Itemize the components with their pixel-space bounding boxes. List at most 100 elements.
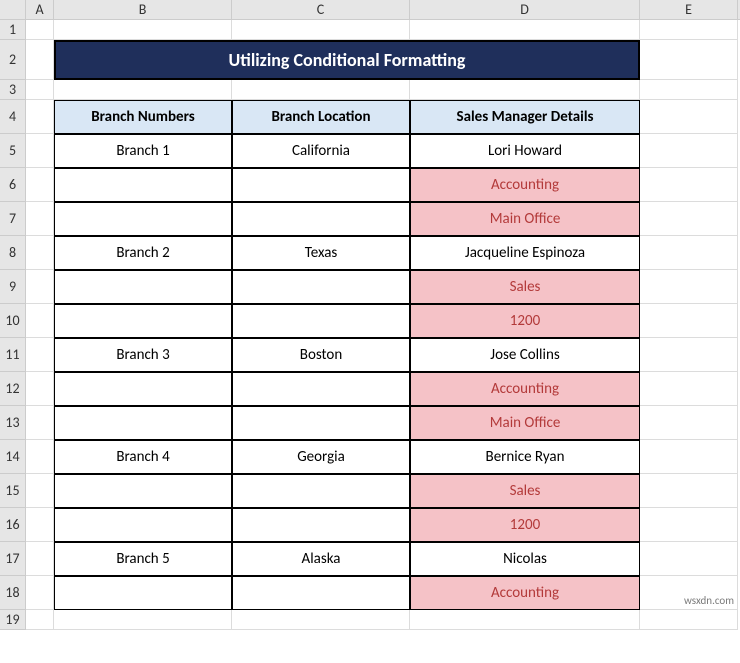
cell-D8[interactable]: Jacqueline Espinoza — [410, 236, 640, 270]
cell-E16[interactable] — [640, 508, 738, 542]
cell-A13[interactable] — [26, 406, 54, 440]
cell-C3[interactable] — [232, 80, 410, 100]
cell-D10[interactable]: 1200 — [410, 304, 640, 338]
cell-D5[interactable]: Lori Howard — [410, 134, 640, 168]
row-header-2[interactable]: 2 — [0, 40, 25, 80]
cell-A10[interactable] — [26, 304, 54, 338]
cell-D7[interactable]: Main Office — [410, 202, 640, 236]
cell-D13[interactable]: Main Office — [410, 406, 640, 440]
cell-B4[interactable]: Branch Numbers — [54, 100, 232, 134]
cell-E15[interactable] — [640, 474, 738, 508]
cell-D1[interactable] — [410, 20, 640, 40]
cell-A17[interactable] — [26, 542, 54, 576]
cell-B6[interactable] — [54, 168, 232, 202]
cell-C15[interactable] — [232, 474, 410, 508]
cell-D14[interactable]: Bernice Ryan — [410, 440, 640, 474]
cell-A7[interactable] — [26, 202, 54, 236]
cell-B9[interactable] — [54, 270, 232, 304]
cell-A6[interactable] — [26, 168, 54, 202]
cell-A1[interactable] — [26, 20, 54, 40]
cell-A3[interactable] — [26, 80, 54, 100]
cell-A16[interactable] — [26, 508, 54, 542]
cell-C5[interactable]: California — [232, 134, 410, 168]
cell-C19[interactable] — [232, 610, 410, 630]
cell-A19[interactable] — [26, 610, 54, 630]
cell-C10[interactable] — [232, 304, 410, 338]
cell-A9[interactable] — [26, 270, 54, 304]
cell-A2[interactable] — [26, 40, 54, 80]
row-header-8[interactable]: 8 — [0, 236, 25, 270]
cell-A8[interactable] — [26, 236, 54, 270]
cell-E13[interactable] — [640, 406, 738, 440]
cell-A15[interactable] — [26, 474, 54, 508]
cell-B1[interactable] — [54, 20, 232, 40]
cell-A14[interactable] — [26, 440, 54, 474]
cell-C18[interactable] — [232, 576, 410, 610]
cell-D6[interactable]: Accounting — [410, 168, 640, 202]
cell-E19[interactable] — [640, 610, 738, 630]
cell-C16[interactable] — [232, 508, 410, 542]
cell-C4[interactable]: Branch Location — [232, 100, 410, 134]
cell-E10[interactable] — [640, 304, 738, 338]
cell-E5[interactable] — [640, 134, 738, 168]
row-header-17[interactable]: 17 — [0, 542, 25, 576]
col-header-C[interactable]: C — [232, 0, 410, 19]
cell-E14[interactable] — [640, 440, 738, 474]
row-header-11[interactable]: 11 — [0, 338, 25, 372]
cell-B3[interactable] — [54, 80, 232, 100]
cell-B10[interactable] — [54, 304, 232, 338]
cell-E17[interactable] — [640, 542, 738, 576]
cell-A12[interactable] — [26, 372, 54, 406]
cell-B11[interactable]: Branch 3 — [54, 338, 232, 372]
cell-C13[interactable] — [232, 406, 410, 440]
cell-D12[interactable]: Accounting — [410, 372, 640, 406]
cell-B7[interactable] — [54, 202, 232, 236]
cell-C11[interactable]: Boston — [232, 338, 410, 372]
cell-B14[interactable]: Branch 4 — [54, 440, 232, 474]
cell-D4[interactable]: Sales Manager Details — [410, 100, 640, 134]
cell-E6[interactable] — [640, 168, 738, 202]
row-header-6[interactable]: 6 — [0, 168, 25, 202]
cell-D11[interactable]: Jose Collins — [410, 338, 640, 372]
cell-C17[interactable]: Alaska — [232, 542, 410, 576]
cell-E3[interactable] — [640, 80, 738, 100]
cell-E2[interactable] — [640, 40, 738, 80]
cell-B12[interactable] — [54, 372, 232, 406]
cell-C1[interactable] — [232, 20, 410, 40]
row-header-5[interactable]: 5 — [0, 134, 25, 168]
cell-D9[interactable]: Sales — [410, 270, 640, 304]
cell-B8[interactable]: Branch 2 — [54, 236, 232, 270]
cell-D16[interactable]: 1200 — [410, 508, 640, 542]
cell-D18[interactable]: Accounting — [410, 576, 640, 610]
cell-D19[interactable] — [410, 610, 640, 630]
cell-E1[interactable] — [640, 20, 738, 40]
cell-A11[interactable] — [26, 338, 54, 372]
col-header-A[interactable]: A — [26, 0, 54, 19]
cell-B5[interactable]: Branch 1 — [54, 134, 232, 168]
row-header-12[interactable]: 12 — [0, 372, 25, 406]
row-header-7[interactable]: 7 — [0, 202, 25, 236]
row-header-9[interactable]: 9 — [0, 270, 25, 304]
row-header-1[interactable]: 1 — [0, 20, 25, 40]
cell-C8[interactable]: Texas — [232, 236, 410, 270]
cell-E9[interactable] — [640, 270, 738, 304]
select-all-corner[interactable] — [0, 0, 26, 20]
cell-E7[interactable] — [640, 202, 738, 236]
row-header-18[interactable]: 18 — [0, 576, 25, 610]
cell-B15[interactable] — [54, 474, 232, 508]
cell-C12[interactable] — [232, 372, 410, 406]
col-header-E[interactable]: E — [640, 0, 738, 19]
cell-E4[interactable] — [640, 100, 738, 134]
col-header-D[interactable]: D — [410, 0, 640, 19]
cell-A5[interactable] — [26, 134, 54, 168]
col-header-B[interactable]: B — [54, 0, 232, 19]
cell-E12[interactable] — [640, 372, 738, 406]
grid[interactable]: Utilizing Conditional FormattingBranch N… — [26, 20, 740, 663]
cell-C7[interactable] — [232, 202, 410, 236]
cell-B18[interactable] — [54, 576, 232, 610]
row-header-4[interactable]: 4 — [0, 100, 25, 134]
cell-E11[interactable] — [640, 338, 738, 372]
cell-E8[interactable] — [640, 236, 738, 270]
row-header-16[interactable]: 16 — [0, 508, 25, 542]
cell-B19[interactable] — [54, 610, 232, 630]
